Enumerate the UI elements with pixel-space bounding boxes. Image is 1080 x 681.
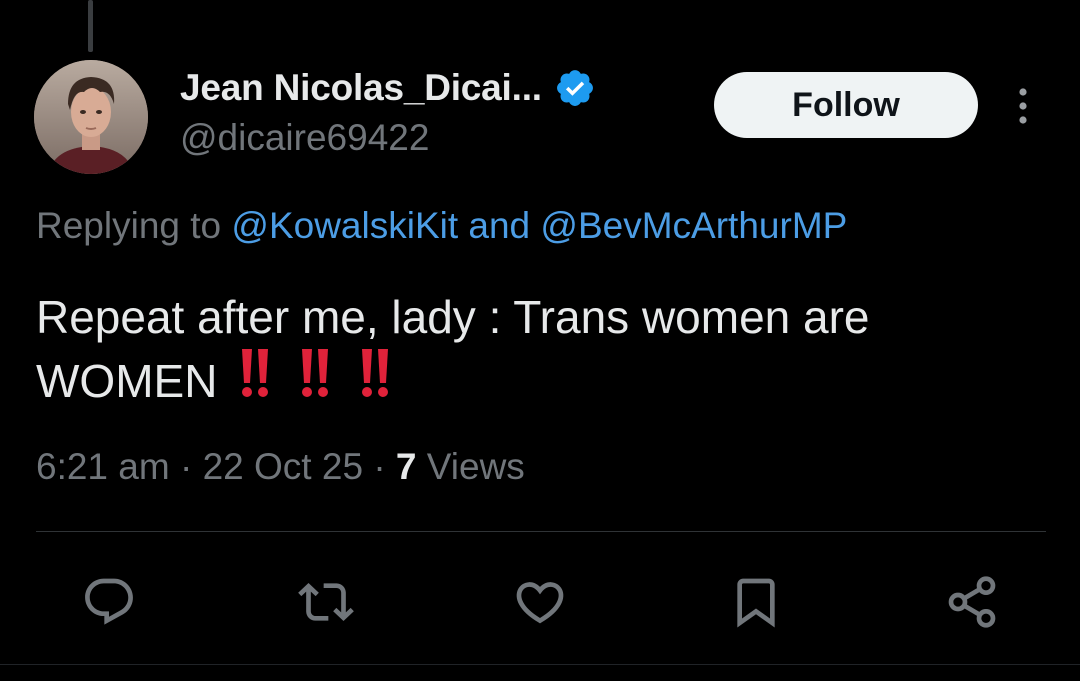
bottom-divider	[0, 664, 1080, 665]
meta-separator: ·	[373, 446, 386, 487]
replying-to-line: Replying to @KowalskiKit and @BevMcArthu…	[36, 205, 847, 247]
divider	[36, 531, 1046, 532]
views-count: 7	[395, 446, 417, 487]
follow-button[interactable]: Follow	[714, 72, 978, 138]
post-time[interactable]: 6:21 am	[36, 446, 170, 487]
mention-link-bevmcarthurmp[interactable]: @BevMcArthurMP	[540, 205, 847, 246]
thread-connector-line	[88, 0, 93, 52]
like-button[interactable]	[510, 572, 570, 632]
bookmark-button[interactable]	[726, 572, 786, 632]
double-exclamation-emoji	[239, 347, 405, 399]
author-name-row: Jean Nicolas_Dicai...	[180, 64, 596, 112]
more-options-icon[interactable]	[1006, 84, 1040, 128]
author-handle[interactable]: @dicaire69422	[180, 117, 429, 159]
avatar[interactable]	[34, 60, 148, 174]
views-label: Views	[426, 446, 525, 487]
double-exclamation-emoji-graphic	[242, 349, 389, 397]
replying-joiner: and	[458, 205, 541, 246]
share-icon	[948, 576, 996, 628]
bookmark-icon	[737, 578, 775, 628]
repost-button[interactable]	[296, 572, 356, 632]
verified-badge-icon	[556, 70, 593, 106]
mention-link-kowalskikit[interactable]: @KowalskiKit	[231, 205, 458, 246]
repost-icon	[298, 583, 354, 621]
tweet-text: Repeat after me, lady : Trans women are …	[36, 291, 870, 407]
meta-separator: ·	[179, 446, 193, 487]
author-display-name[interactable]: Jean Nicolas_Dicai...	[180, 67, 542, 109]
tweet-meta: 6:21 am · 22 Oct 25 · 7 Views	[36, 446, 525, 488]
replying-prefix: Replying to	[36, 205, 232, 246]
like-icon	[516, 582, 564, 624]
share-button[interactable]	[942, 572, 1002, 632]
tweet-body: Repeat after me, lady : Trans women are …	[36, 287, 1046, 411]
reply-button[interactable]	[79, 572, 139, 632]
reply-icon	[85, 578, 133, 625]
post-date[interactable]: 22 Oct 25	[203, 446, 363, 487]
avatar-photo	[34, 60, 148, 174]
